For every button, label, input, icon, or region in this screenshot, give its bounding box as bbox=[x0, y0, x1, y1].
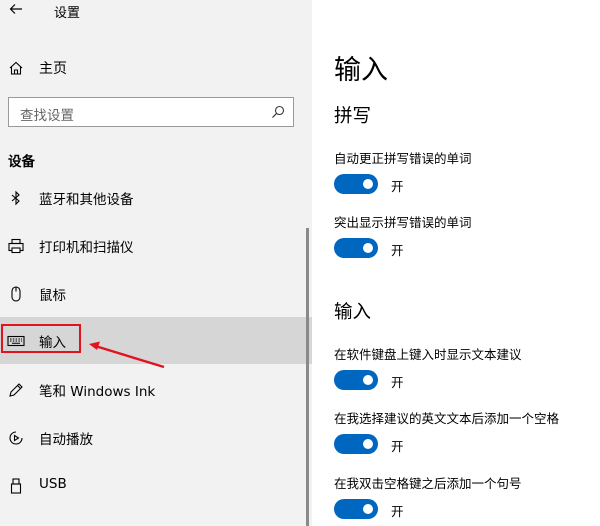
text-suggestions-label: 在软件键盘上键入时显示文本建议 bbox=[334, 347, 522, 362]
sidebar-item-label: 笔和 Windows Ink bbox=[39, 384, 156, 400]
toggle-knob bbox=[363, 504, 373, 514]
autocorrect-state: 开 bbox=[391, 179, 404, 194]
sidebar-item-mouse[interactable]: 鼠标 bbox=[0, 270, 312, 317]
text-suggestions-toggle[interactable] bbox=[334, 370, 378, 390]
printer-icon bbox=[8, 238, 24, 254]
sidebar-item-label: 打印机和扫描仪 bbox=[39, 240, 134, 256]
sidebar: 设置 主页 查找设置 设备 蓝牙和其他设备 打印机和扫描仪 鼠标 输入 笔和 W… bbox=[0, 0, 312, 526]
highlight-misspelled-toggle[interactable] bbox=[334, 238, 378, 258]
mouse-icon bbox=[11, 286, 21, 302]
double-space-period-label: 在我双击空格键之后添加一个句号 bbox=[334, 476, 522, 491]
home-label: 主页 bbox=[39, 61, 67, 77]
home-icon bbox=[9, 61, 23, 75]
toggle-knob bbox=[363, 179, 373, 189]
sidebar-item-label: 输入 bbox=[39, 335, 66, 351]
text-suggestions-state: 开 bbox=[391, 375, 404, 390]
usb-icon bbox=[10, 478, 22, 494]
section-title-typing: 输入 bbox=[334, 302, 372, 323]
back-arrow-icon[interactable] bbox=[8, 1, 24, 17]
autocorrect-label: 自动更正拼写错误的单词 bbox=[334, 151, 472, 166]
sidebar-item-bluetooth[interactable]: 蓝牙和其他设备 bbox=[0, 174, 312, 221]
double-space-period-state: 开 bbox=[391, 504, 404, 519]
sidebar-item-printers[interactable]: 打印机和扫描仪 bbox=[0, 222, 312, 269]
sidebar-item-label: 鼠标 bbox=[39, 288, 66, 304]
add-space-label: 在我选择建议的英文文本后添加一个空格 bbox=[334, 411, 560, 426]
title-bar: 设置 bbox=[0, 0, 312, 26]
toggle-knob bbox=[363, 375, 373, 385]
page-title: 输入 bbox=[334, 55, 388, 86]
toggle-knob bbox=[363, 243, 373, 253]
app-title: 设置 bbox=[54, 6, 81, 21]
highlight-misspelled-state: 开 bbox=[391, 243, 404, 258]
pen-icon bbox=[9, 383, 23, 397]
search-icon[interactable] bbox=[271, 105, 285, 119]
section-title-spelling: 拼写 bbox=[334, 106, 372, 127]
bluetooth-icon bbox=[11, 190, 20, 206]
search-placeholder: 查找设置 bbox=[20, 108, 74, 124]
toggle-knob bbox=[363, 439, 373, 449]
sidebar-scrollbar[interactable] bbox=[306, 228, 309, 526]
group-title-devices: 设备 bbox=[8, 154, 35, 170]
search-input[interactable]: 查找设置 bbox=[8, 97, 294, 127]
double-space-period-toggle[interactable] bbox=[334, 499, 378, 519]
autocorrect-toggle[interactable] bbox=[334, 174, 378, 194]
sidebar-item-autoplay[interactable]: 自动播放 bbox=[0, 414, 312, 461]
annotation-arrow-icon bbox=[89, 341, 165, 369]
add-space-toggle[interactable] bbox=[334, 434, 378, 454]
main-content: 输入 拼写 自动更正拼写错误的单词 开 突出显示拼写错误的单词 开 输入 在软件… bbox=[312, 0, 600, 526]
add-space-state: 开 bbox=[391, 439, 404, 454]
home-nav-item[interactable]: 主页 bbox=[0, 52, 312, 82]
highlight-misspelled-label: 突出显示拼写错误的单词 bbox=[334, 215, 472, 230]
keyboard-icon bbox=[7, 335, 25, 347]
sidebar-item-label: USB bbox=[39, 476, 67, 492]
sidebar-item-label: 自动播放 bbox=[39, 432, 93, 448]
sidebar-item-usb[interactable]: USB bbox=[0, 462, 312, 509]
autoplay-icon bbox=[9, 431, 23, 445]
sidebar-item-label: 蓝牙和其他设备 bbox=[39, 192, 134, 208]
